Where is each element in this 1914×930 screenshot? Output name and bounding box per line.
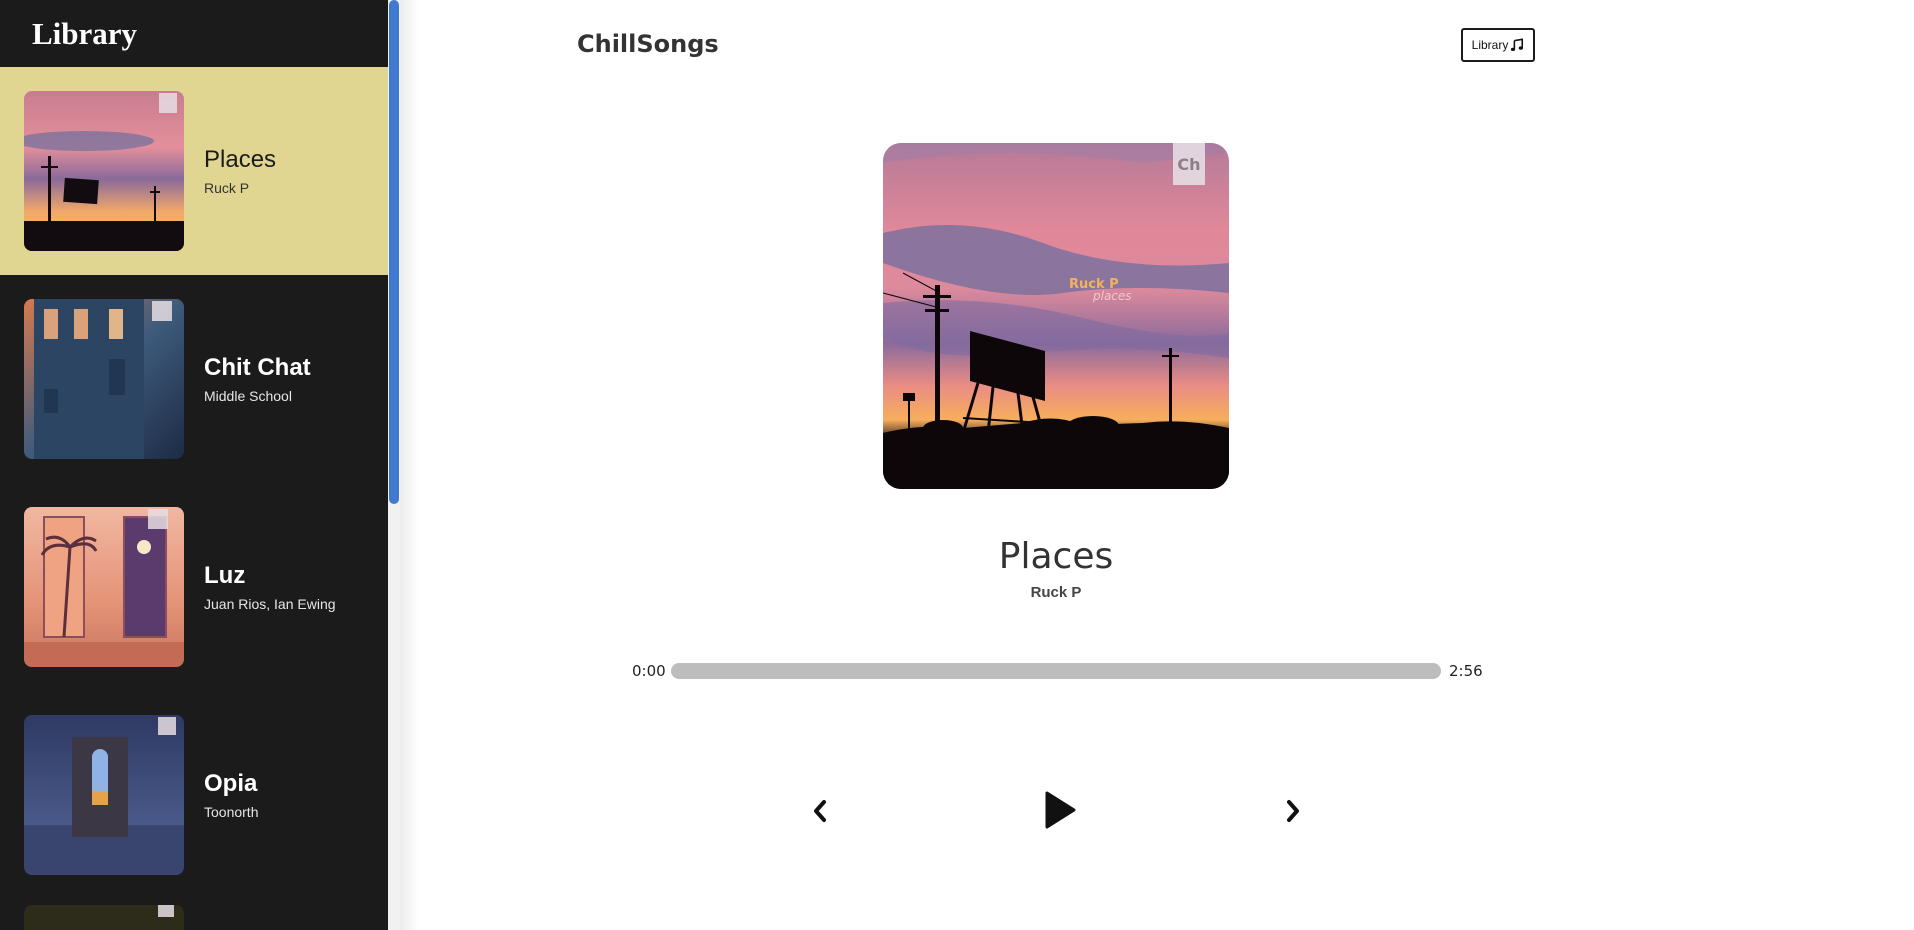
library-title: Library [32,15,138,51]
library-song-chit-chat[interactable]: Chit Chat Middle School [0,275,388,483]
sidebar-scrollbar-thumb[interactable] [389,0,399,504]
library-toggle-button[interactable]: Library [1461,28,1535,62]
now-playing-artist: Ruck P [1030,584,1082,601]
song-cover [24,905,184,930]
album-cover-chit-chat-image [24,299,184,459]
song-cover [24,507,184,667]
now-playing-cover: Ch Ruck P places [883,143,1229,489]
library-song-partial[interactable] [0,899,388,930]
app-title: ChillSongs [577,30,719,58]
album-cover-partial-image [24,905,184,930]
album-cover-opia-image [24,715,184,875]
library-song-places[interactable]: Places Ruck P [0,67,388,275]
library-song-luz[interactable]: Luz Juan Rios, Ian Ewing [0,483,388,691]
play-icon [1045,791,1076,829]
chevron-left-icon [814,800,826,822]
album-cover-image: Ch Ruck P places [883,143,1229,489]
next-track-button[interactable] [1278,796,1308,826]
library-button-label: Library [1471,38,1509,52]
play-button[interactable] [1040,790,1080,830]
library-song-opia[interactable]: Opia Toonorth [0,691,388,899]
chevron-right-icon [1287,800,1299,822]
song-cover [24,715,184,875]
music-note-icon [1511,38,1524,52]
song-cover [24,91,184,251]
song-artist: Middle School [204,388,292,404]
previous-track-button[interactable] [810,796,830,826]
current-time: 0:00 [632,662,666,680]
now-playing-title: Places [998,536,1114,577]
song-name: Opia [204,770,258,797]
song-cover [24,299,184,459]
svg-text:Ch: Ch [1177,155,1200,174]
song-artist: Toonorth [204,804,259,820]
progress-slider[interactable] [671,663,1441,679]
album-cover-luz-image [24,507,184,667]
song-name: Places [204,146,277,173]
duration-time: 2:56 [1449,662,1483,680]
song-artist: Juan Rios, Ian Ewing [204,596,336,612]
song-name: Luz [204,562,246,589]
library-sidebar: Library Places Ruck P Chit Chat Middle S… [0,0,388,930]
cover-title-text: places [1092,289,1132,303]
album-cover-places-image [24,91,184,251]
song-name: Chit Chat [204,354,311,381]
song-artist: Ruck P [204,180,250,196]
sidebar-shadow [400,0,418,930]
